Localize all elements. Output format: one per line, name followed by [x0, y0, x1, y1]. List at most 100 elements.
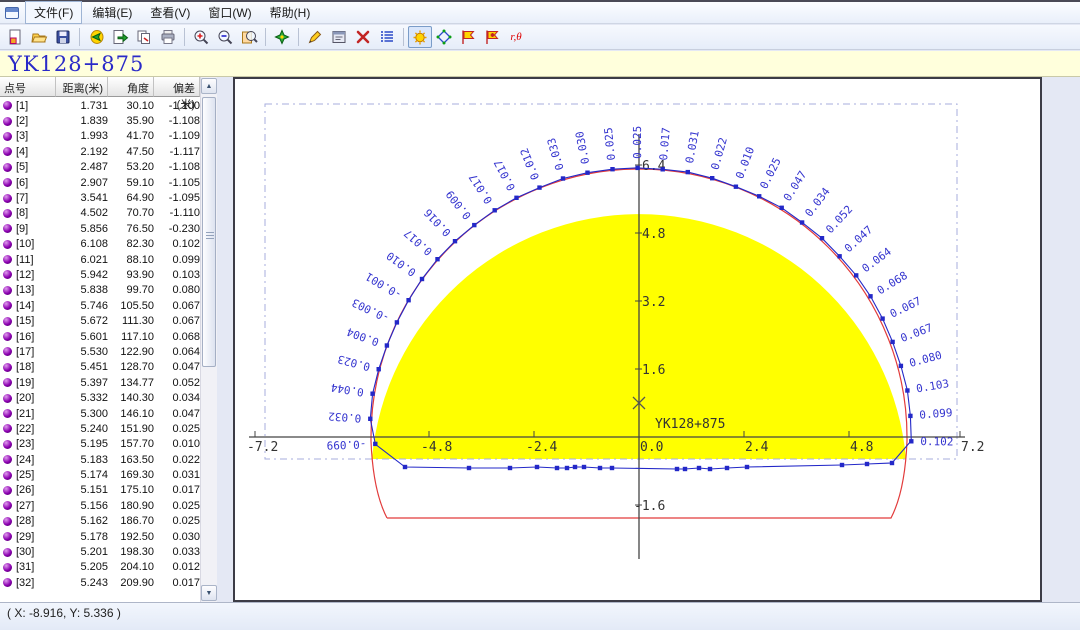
point-bullet-icon: [3, 424, 12, 433]
table-row[interactable]: [30]5.201198.300.033: [0, 544, 200, 559]
print-icon[interactable]: [156, 26, 180, 48]
table-row[interactable]: [24]5.183163.500.022: [0, 452, 200, 467]
table-row[interactable]: [10]6.10882.300.102: [0, 237, 200, 252]
point-angle: 30.10: [108, 100, 154, 112]
point-distance: 4.502: [56, 207, 108, 219]
plot-canvas[interactable]: -7.2-4.8-2.40.02.44.87.2-1.61.63.24.86.4…: [233, 77, 1042, 602]
zoom-in-icon[interactable]: [189, 26, 213, 48]
status-bar: ( X: -8.916, Y: 5.336 ): [0, 602, 1080, 630]
export-icon[interactable]: [108, 26, 132, 48]
flag-star-icon[interactable]: [480, 26, 504, 48]
column-header-3[interactable]: 偏差(米): [154, 77, 200, 97]
save-icon[interactable]: [51, 26, 75, 48]
vertex-polygon-icon[interactable]: [432, 26, 456, 48]
table-row[interactable]: [23]5.195157.700.010: [0, 437, 200, 452]
zoom-window-icon[interactable]: [237, 26, 261, 48]
table-row[interactable]: [16]5.601117.100.068: [0, 329, 200, 344]
point-angle: 192.50: [108, 531, 154, 543]
table-row[interactable]: [26]5.151175.100.017: [0, 483, 200, 498]
r-theta-icon[interactable]: r,θ: [504, 26, 528, 48]
table-row[interactable]: [13]5.83899.700.080: [0, 283, 200, 298]
measured-point-marker: [905, 388, 909, 392]
floor-point-marker: [598, 466, 602, 470]
table-row[interactable]: [32]5.243209.900.017: [0, 575, 200, 590]
column-header-2[interactable]: 角度: [108, 77, 154, 97]
point-angle: 82.30: [108, 238, 154, 250]
table-row[interactable]: [9]5.85676.50-0.230: [0, 221, 200, 236]
table-row[interactable]: [21]5.300146.100.047: [0, 406, 200, 421]
point-bullet-icon: [3, 517, 12, 526]
point-list-icon[interactable]: [375, 26, 399, 48]
table-row[interactable]: [11]6.02188.100.099: [0, 252, 200, 267]
menu-view[interactable]: 查看(V): [142, 2, 198, 23]
station-title: YK128+875: [8, 52, 144, 76]
deviation-label: 0.047: [842, 223, 875, 255]
table-row[interactable]: [15]5.672111.300.067: [0, 313, 200, 328]
measured-point-marker: [635, 166, 639, 170]
zoom-out-icon[interactable]: [213, 26, 237, 48]
table-row[interactable]: [17]5.530122.900.064: [0, 344, 200, 359]
point-distance: 5.601: [56, 331, 108, 343]
table-row[interactable]: [29]5.178192.500.030: [0, 529, 200, 544]
point-deviation: 0.031: [154, 469, 200, 481]
point-distance: 5.205: [56, 561, 108, 573]
point-deviation: 0.064: [154, 346, 200, 358]
table-row[interactable]: [22]5.240151.900.025: [0, 421, 200, 436]
table-row[interactable]: [19]5.397134.770.052: [0, 375, 200, 390]
deviation-label: 0.031: [683, 130, 702, 165]
table-row[interactable]: [12]5.94293.900.103: [0, 267, 200, 282]
delete-icon[interactable]: [351, 26, 375, 48]
point-angle: 146.10: [108, 408, 154, 420]
table-row[interactable]: [2]1.83935.90-1.108: [0, 113, 200, 128]
copy-icon[interactable]: [132, 26, 156, 48]
deviation-label: 0.004: [345, 325, 381, 349]
table-row[interactable]: [1]1.73130.10-1.100: [0, 98, 200, 113]
table-row[interactable]: [4]2.19247.50-1.117: [0, 144, 200, 159]
properties-icon[interactable]: [327, 26, 351, 48]
scrollbar-grip: [206, 232, 214, 239]
table-row[interactable]: [25]5.174169.300.031: [0, 467, 200, 482]
table-row[interactable]: [28]5.162186.700.025: [0, 514, 200, 529]
deviation-label: 0.103: [915, 377, 950, 395]
table-row[interactable]: [7]3.54164.90-1.095: [0, 190, 200, 205]
edit-pencil-icon[interactable]: [303, 26, 327, 48]
table-row[interactable]: [18]5.451128.700.047: [0, 360, 200, 375]
point-deviation: 0.067: [154, 300, 200, 312]
scrollbar-thumb[interactable]: [202, 97, 216, 367]
table-row[interactable]: [20]5.332140.300.034: [0, 390, 200, 405]
flag-icon[interactable]: [456, 26, 480, 48]
table-row[interactable]: [8]4.50270.70-1.110: [0, 206, 200, 221]
fit-view-icon[interactable]: [270, 26, 294, 48]
table-row[interactable]: [27]5.156180.900.025: [0, 498, 200, 513]
point-bullet-icon: [3, 132, 12, 141]
deviation-label: 0.025: [757, 156, 783, 191]
import-icon[interactable]: [84, 26, 108, 48]
table-row[interactable]: [5]2.48753.20-1.108: [0, 160, 200, 175]
point-deviation: 0.025: [154, 423, 200, 435]
scroll-up-icon[interactable]: ▲: [201, 78, 217, 94]
new-icon[interactable]: [3, 26, 27, 48]
table-scrollbar[interactable]: ▲ ▼: [200, 77, 217, 602]
column-header-0[interactable]: 点号: [0, 77, 56, 97]
column-header-1[interactable]: 距离(米): [56, 77, 108, 97]
table-row[interactable]: [6]2.90759.10-1.105: [0, 175, 200, 190]
scroll-down-icon[interactable]: ▼: [201, 585, 217, 601]
open-icon[interactable]: [27, 26, 51, 48]
table-row[interactable]: [14]5.746105.500.067: [0, 298, 200, 313]
x-tick-label: 4.8: [850, 440, 873, 455]
table-row[interactable]: [31]5.205204.100.012: [0, 560, 200, 575]
menu-edit[interactable]: 编辑(E): [84, 2, 140, 23]
point-deviation: -1.109: [154, 130, 200, 142]
point-bullet-icon: [3, 163, 12, 172]
app-window: 文件(F)编辑(E)查看(V)窗口(W)帮助(H) r,θ YK128+875 …: [0, 0, 1080, 630]
point-bullet-icon: [3, 255, 12, 264]
point-bullet-icon: [3, 286, 12, 295]
point-bullet-icon: [3, 101, 12, 110]
table-row[interactable]: [3]1.99341.70-1.109: [0, 129, 200, 144]
menu-help[interactable]: 帮助(H): [262, 2, 319, 23]
menu-window[interactable]: 窗口(W): [200, 2, 259, 23]
x-tick-label: -4.8: [421, 440, 452, 455]
measured-point-marker: [370, 392, 374, 396]
sun-symbol-icon[interactable]: [408, 26, 432, 48]
menu-file[interactable]: 文件(F): [25, 1, 82, 24]
